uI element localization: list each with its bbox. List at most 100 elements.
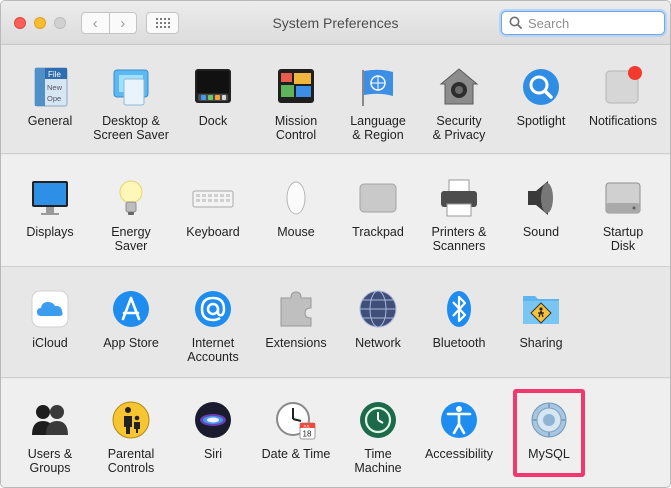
svg-text:New: New [47, 83, 63, 92]
pane-mission-control[interactable]: Mission Control [256, 66, 336, 142]
pane-label: Internet Accounts [187, 336, 239, 364]
parental-controls-icon [110, 399, 152, 441]
siri-icon [192, 399, 234, 441]
search-input[interactable] [526, 14, 658, 32]
general-icon: File New Ope [29, 66, 71, 108]
pane-label: Energy Saver [111, 225, 151, 253]
title-bar: ‹ › System Preferences [1, 1, 670, 45]
pane-label: Dock [198, 114, 228, 128]
language-region-icon [357, 66, 399, 108]
pane-accessibility[interactable]: Accessibility [419, 399, 499, 461]
pane-date-time[interactable]: JUL 18 Date & Time [256, 399, 336, 461]
pane-parental-controls[interactable]: Parental Controls [91, 399, 171, 475]
pane-label: iCloud [32, 336, 68, 350]
system-preferences-window: ‹ › System Preferences Search File New O… [0, 0, 671, 488]
globe-icon [357, 288, 399, 330]
pane-sound[interactable]: Sound [501, 177, 581, 239]
pane-label: Network [355, 336, 401, 350]
pane-label: Parental Controls [107, 447, 155, 475]
pane-label: Accessibility [424, 447, 494, 461]
hard-disk-icon [602, 177, 644, 219]
mouse-icon [275, 177, 317, 219]
pane-extensions[interactable]: Extensions [256, 288, 336, 350]
pane-displays[interactable]: Displays [10, 177, 90, 239]
pane-printers-scanners[interactable]: Printers & Scanners [419, 177, 499, 253]
preferences-row-personal: File New Ope General Desktop & Screen Sa… [1, 46, 670, 154]
pane-label: Date & Time [261, 447, 331, 461]
pane-label: Time Machine [354, 447, 402, 475]
pane-label: Siri [203, 447, 223, 461]
time-machine-icon [357, 399, 399, 441]
svg-text:Ope: Ope [47, 94, 61, 103]
pane-label: Notifications [588, 114, 658, 128]
notifications-icon [602, 66, 644, 108]
puzzle-piece-icon [275, 288, 317, 330]
pane-bluetooth[interactable]: Bluetooth [419, 288, 499, 350]
pane-label: Language & Region [350, 114, 406, 142]
icloud-icon [29, 288, 71, 330]
house-lock-icon [438, 66, 480, 108]
pane-energy-saver[interactable]: Energy Saver [91, 177, 171, 253]
keyboard-icon [192, 177, 234, 219]
pane-label: Users & Groups [27, 447, 73, 475]
printer-icon [438, 177, 480, 219]
pane-label: Trackpad [352, 225, 404, 239]
pane-siri[interactable]: Siri [173, 399, 253, 461]
pane-label: Startup Disk [602, 225, 644, 253]
pane-label: Spotlight [516, 114, 566, 128]
trackpad-icon [357, 177, 399, 219]
lightbulb-icon [110, 177, 152, 219]
search-field[interactable] [501, 11, 665, 35]
pane-desktop-screen-saver[interactable]: Desktop & Screen Saver [91, 66, 171, 142]
mission-control-icon [275, 66, 317, 108]
svg-text:18: 18 [303, 430, 312, 439]
pane-label: Security & Privacy [432, 114, 486, 142]
pane-general[interactable]: File New Ope General [10, 66, 90, 128]
pane-time-machine[interactable]: Time Machine [338, 399, 418, 475]
app-store-icon [110, 288, 152, 330]
mysql-highlight-box [513, 389, 585, 477]
preferences-row-hardware: Displays Energy Saver Keyboard Mouse Tra… [1, 155, 670, 267]
pane-notifications[interactable]: Notifications [583, 66, 663, 128]
bluetooth-icon [438, 288, 480, 330]
pane-security-privacy[interactable]: Security & Privacy [419, 66, 499, 142]
display-icon [29, 177, 71, 219]
pane-users-groups[interactable]: Users & Groups [10, 399, 90, 475]
desktop-screensaver-icon [110, 66, 152, 108]
speaker-icon [520, 177, 562, 219]
svg-text:JUL: JUL [303, 424, 311, 429]
pane-sharing[interactable]: Sharing [501, 288, 581, 350]
preferences-row-internet: iCloud App Store Internet Accounts Exten… [1, 268, 670, 378]
pane-label: Extensions [265, 336, 327, 350]
pane-app-store[interactable]: App Store [91, 288, 171, 350]
pane-label: General [27, 114, 73, 128]
pane-language-region[interactable]: Language & Region [338, 66, 418, 142]
pane-dock[interactable]: Dock [173, 66, 253, 128]
pane-label: Keyboard [186, 225, 240, 239]
pane-icloud[interactable]: iCloud [10, 288, 90, 350]
at-sign-icon [192, 288, 234, 330]
pane-label: Desktop & Screen Saver [93, 114, 169, 142]
sharing-folder-icon [520, 288, 562, 330]
pane-network[interactable]: Network [338, 288, 418, 350]
pane-internet-accounts[interactable]: Internet Accounts [173, 288, 253, 364]
clock-calendar-icon: JUL 18 [275, 399, 317, 441]
dock-icon [192, 66, 234, 108]
pane-spotlight[interactable]: Spotlight [501, 66, 581, 128]
pane-label: Bluetooth [432, 336, 486, 350]
pane-label: Sharing [519, 336, 563, 350]
pane-trackpad[interactable]: Trackpad [338, 177, 418, 239]
pane-label: Displays [26, 225, 74, 239]
pane-label: Sound [522, 225, 560, 239]
pane-keyboard[interactable]: Keyboard [173, 177, 253, 239]
pane-startup-disk[interactable]: Startup Disk [583, 177, 663, 253]
spotlight-icon [520, 66, 562, 108]
accessibility-icon [438, 399, 480, 441]
search-icon [509, 16, 522, 29]
pane-label: Printers & Scanners [431, 225, 487, 253]
pane-label: App Store [103, 336, 159, 350]
pane-label: Mission Control [274, 114, 318, 142]
svg-text:File: File [48, 70, 61, 79]
pane-mouse[interactable]: Mouse [256, 177, 336, 239]
pane-label: Mouse [277, 225, 315, 239]
